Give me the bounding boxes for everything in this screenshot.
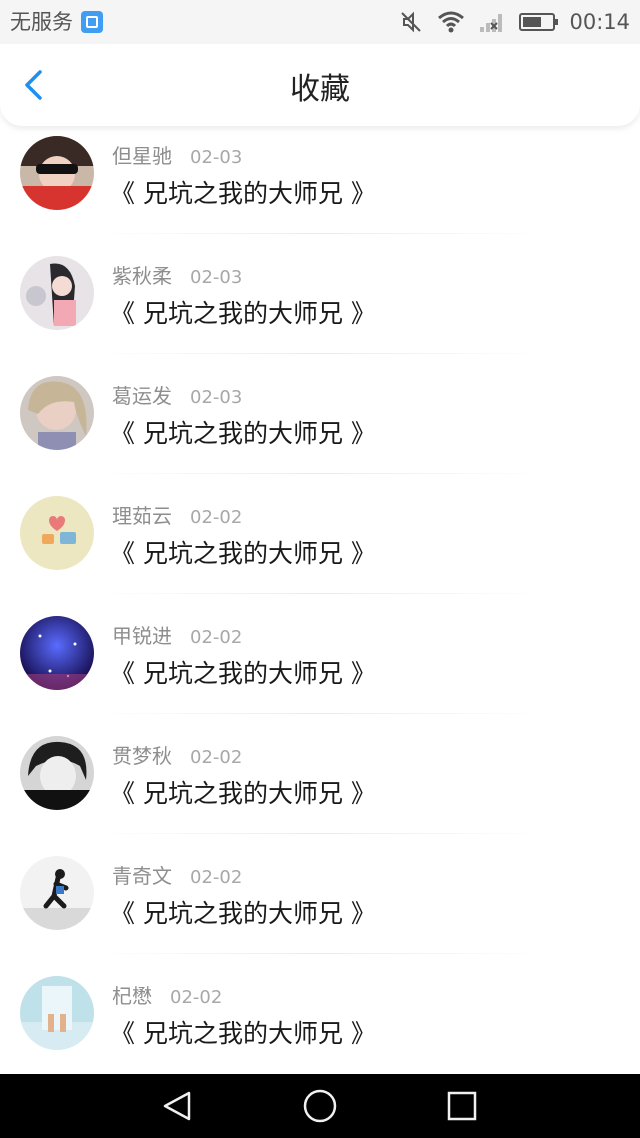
navigation-bar [0, 1074, 640, 1138]
list-item[interactable]: 贯梦秋 02-02 《 兄坑之我的大师兄 》 [0, 714, 640, 834]
avatar [20, 376, 94, 450]
wifi-icon [438, 11, 465, 33]
item-meta: 贯梦秋 02-02 [112, 740, 242, 769]
date-label: 02-02 [190, 867, 243, 888]
avatar [20, 736, 94, 810]
list-item[interactable]: 理茹云 02-02 《 兄坑之我的大师兄 》 [0, 474, 640, 594]
book-title: 《 兄坑之我的大师兄 》 [110, 179, 376, 208]
date-label: 02-02 [190, 747, 243, 768]
header: 收藏 [0, 44, 640, 126]
author-name: 青奇文 [112, 864, 172, 888]
list-item[interactable]: 紫秋柔 02-03 《 兄坑之我的大师兄 》 [0, 234, 640, 354]
list-item[interactable]: 但星驰 02-03 《 兄坑之我的大师兄 》 [0, 126, 640, 234]
date-label: 02-02 [190, 507, 243, 528]
item-meta: 理茹云 02-02 [112, 500, 242, 529]
item-meta: 杞懋 02-02 [112, 980, 222, 1009]
author-name: 理茹云 [112, 504, 172, 528]
avatar [20, 856, 94, 930]
date-label: 02-03 [190, 387, 243, 408]
author-name: 杞懋 [112, 984, 152, 1008]
avatar [20, 976, 94, 1050]
author-name: 贯梦秋 [112, 744, 172, 768]
carrier-label: 无服务 [10, 10, 73, 34]
home-circle-icon[interactable] [302, 1088, 338, 1124]
date-label: 02-02 [170, 987, 223, 1008]
date-label: 02-03 [190, 147, 243, 168]
avatar [20, 136, 94, 210]
signal-icon [480, 14, 503, 32]
status-bar: 无服务 00:14 [0, 0, 640, 44]
book-title: 《 兄坑之我的大师兄 》 [110, 899, 376, 928]
page-title: 收藏 [290, 72, 350, 107]
item-meta: 紫秋柔 02-03 [112, 260, 242, 289]
favorites-list: 但星驰 02-03 《 兄坑之我的大师兄 》 紫秋柔 02-03 《 兄坑之我的… [0, 126, 640, 1074]
item-meta: 甲锐进 02-02 [112, 620, 242, 649]
gallery-notification-icon [81, 11, 103, 33]
author-name: 紫秋柔 [112, 264, 172, 288]
item-meta: 葛运发 02-03 [112, 380, 242, 409]
list-item[interactable]: 青奇文 02-02 《 兄坑之我的大师兄 》 [0, 834, 640, 954]
book-title: 《 兄坑之我的大师兄 》 [110, 779, 376, 808]
back-triangle-icon[interactable] [160, 1089, 194, 1123]
book-title: 《 兄坑之我的大师兄 》 [110, 1019, 376, 1048]
author-name: 甲锐进 [112, 624, 172, 648]
avatar [20, 256, 94, 330]
book-title: 《 兄坑之我的大师兄 》 [110, 659, 376, 688]
item-meta: 但星驰 02-03 [112, 140, 242, 169]
book-title: 《 兄坑之我的大师兄 》 [110, 419, 376, 448]
status-left: 无服务 [10, 8, 103, 36]
mute-icon [401, 11, 422, 33]
book-title: 《 兄坑之我的大师兄 》 [110, 299, 376, 328]
recent-square-icon[interactable] [446, 1090, 478, 1122]
book-title: 《 兄坑之我的大师兄 》 [110, 539, 376, 568]
list-item[interactable]: 甲锐进 02-02 《 兄坑之我的大师兄 》 [0, 594, 640, 714]
avatar [20, 496, 94, 570]
item-meta: 青奇文 02-02 [112, 860, 242, 889]
date-label: 02-02 [190, 627, 243, 648]
author-name: 葛运发 [112, 384, 172, 408]
status-right: 00:14 [399, 8, 630, 36]
author-name: 但星驰 [112, 144, 172, 168]
list-item[interactable]: 葛运发 02-03 《 兄坑之我的大师兄 》 [0, 354, 640, 474]
avatar [20, 616, 94, 690]
clock: 00:14 [569, 10, 630, 34]
battery-icon [519, 13, 559, 31]
date-label: 02-03 [190, 267, 243, 288]
list-item[interactable]: 杞懋 02-02 《 兄坑之我的大师兄 》 [0, 954, 640, 1074]
